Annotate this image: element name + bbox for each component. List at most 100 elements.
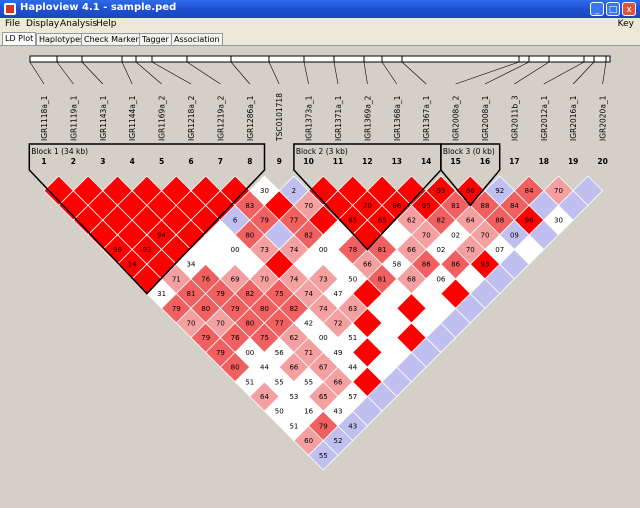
ld-value-label: 93 [481,261,490,269]
ld-value-label: 51 [289,422,298,430]
marker-connector-line [121,61,133,85]
close-button[interactable]: x [622,2,636,16]
ld-value-label: 74 [289,246,298,254]
ld-value-label: 64 [466,217,475,225]
marker-connector-line [381,61,398,85]
ld-value-label: 74 [304,290,313,298]
ld-value-label: 02 [436,246,445,254]
tab-tagger[interactable]: Tagger [139,33,172,45]
block-label: Block 1 (34 kb) [31,147,88,156]
ld-value-label: 96 [525,217,534,225]
marker-number-label: 3 [100,157,105,166]
ld-value-label: 93 [142,246,151,254]
marker-name-label: IGR1369a_2 [363,95,372,141]
ld-value-label: 81 [378,275,387,283]
ld-value-label: 88 [481,202,490,210]
ld-value-label: 70 [304,202,313,210]
ld-value-label: 82 [289,305,298,313]
marker-connector-line [268,61,280,85]
marker-connector-line [29,61,45,85]
ld-value-label: 44 [260,364,269,372]
menu-display[interactable]: Display [26,19,59,29]
tab-association[interactable]: Association [171,33,223,45]
ld-value-label: 70 [466,246,475,254]
ld-value-label: 84 [525,187,534,195]
ld-value-label: 79 [216,349,225,357]
marker-connector-line [401,61,427,85]
ld-value-label: 07 [495,246,504,254]
ld-value-label: 72 [334,320,343,328]
marker-name-label: IGR1373a_1 [305,95,314,141]
ld-value-label: 49 [334,349,343,357]
block-label: Block 2 (3 kb) [296,147,348,156]
ld-value-label: 62 [289,334,298,342]
ld-value-label: 82 [436,217,445,225]
ld-value-label: 43 [348,422,357,430]
key-button[interactable]: Key [618,19,634,29]
tab-haplotypes[interactable]: Haplotypes [36,33,88,45]
ld-value-label: 63 [348,305,357,313]
marker-number-label: 19 [568,157,578,166]
ld-value-label: 64 [260,393,269,401]
marker-name-label: IGR1218a_2 [187,95,196,141]
menu-file[interactable]: File [5,19,20,29]
menu-bar: File Display Analysis Help Key [0,18,640,32]
maximize-button[interactable]: □ [606,2,620,16]
ld-value-label: 00 [319,246,328,254]
ld-value-label: 65 [319,393,328,401]
marker-number-label: 12 [362,157,372,166]
ld-value-label: 57 [348,393,357,401]
ld-value-label: 52 [334,437,343,445]
tab-ld-plot[interactable]: LD Plot [2,32,37,45]
ld-value-label: 92 [495,187,504,195]
ld-value-label: 16 [304,408,313,416]
ld-value-label: 86 [392,202,401,210]
marker-connector-line [484,61,530,85]
ld-value-label: 95 [422,202,431,210]
marker-name-label: IGR2008a_1 [481,95,490,141]
marker-number-label: 10 [303,157,313,166]
ld-value-label: 70 [554,187,563,195]
marker-number-label: 1 [41,157,46,166]
marker-name-label: IGR2012a_1 [540,95,549,141]
menu-help[interactable]: Help [96,19,117,29]
ld-value-label: 60 [304,437,313,445]
marker-name-label: IGR1368a_1 [393,95,402,141]
ld-value-label: 30 [554,217,563,225]
marker-number-label: 8 [247,157,252,166]
ld-value-label: 70 [422,231,431,239]
ld-value-label: 31 [157,290,166,298]
ld-value-label: 80 [231,364,240,372]
menu-analysis[interactable]: Analysis [60,19,97,29]
tab-check-markers[interactable]: Check Markers [81,33,146,45]
minimize-button[interactable]: _ [590,2,604,16]
ld-value-label: 66 [334,378,343,386]
ld-value-label: 75 [275,290,284,298]
ld-value-label: 53 [289,393,298,401]
marker-connector-line [572,61,595,85]
ld-value-label: 86 [451,261,460,269]
ld-value-label: 69 [231,275,240,283]
marker-position-bar [29,55,611,63]
ld-value-label: 47 [334,290,343,298]
marker-connector-line [333,61,339,85]
marker-name-label: IGR1143a_1 [99,95,108,141]
ld-value-label: 81 [451,202,460,210]
ld-value-label: 82 [304,231,313,239]
ld-value-label: 70 [187,320,196,328]
ld-value-label: 70 [363,202,372,210]
ld-value-label: 70 [481,231,490,239]
ld-value-label: 68 [407,275,416,283]
ld-value-label: 66 [407,246,416,254]
ld-value-label: 81 [187,290,196,298]
ld-value-label: 09 [510,231,519,239]
ld-value-label: 30 [260,187,269,195]
ld-value-label: 34 [187,261,196,269]
marker-number-label: 7 [218,157,223,166]
ld-value-label: 77 [289,217,298,225]
marker-connector-line [602,61,607,85]
ld-value-label: 71 [172,275,181,283]
marker-connector-line [543,61,585,85]
ld-value-label: 55 [275,378,284,386]
ld-value-label: 14 [128,261,137,269]
